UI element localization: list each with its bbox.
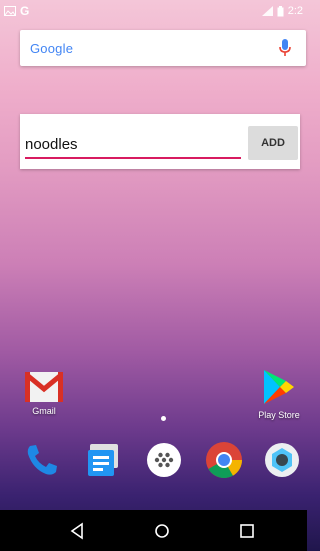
navigation-bar <box>0 510 307 551</box>
status-left: G <box>4 4 29 18</box>
google-search-bar[interactable]: Google <box>20 30 306 66</box>
gmail-label: Gmail <box>32 406 56 416</box>
chrome-icon[interactable] <box>204 440 244 480</box>
play-store-label: Play Store <box>258 410 300 420</box>
note-widget: ADD <box>20 114 300 169</box>
status-right: 2:2 <box>261 5 303 17</box>
google-notification-icon: G <box>20 4 30 18</box>
note-input[interactable] <box>25 131 241 159</box>
battery-icon <box>277 5 284 16</box>
gmail-app[interactable]: Gmail <box>14 372 74 416</box>
recents-icon[interactable] <box>236 520 258 542</box>
phone-icon[interactable] <box>22 440 62 480</box>
camera-icon[interactable] <box>262 440 302 480</box>
status-bar: G 2:2 <box>0 0 307 22</box>
signal-icon <box>261 6 273 16</box>
google-logo: Google <box>30 40 74 56</box>
gmail-icon <box>25 372 63 402</box>
dock <box>0 430 307 488</box>
page-indicator-dot <box>161 416 166 421</box>
messages-icon[interactable] <box>84 440 124 480</box>
home-icon[interactable] <box>151 520 173 542</box>
play-store-icon <box>264 370 294 404</box>
back-icon[interactable] <box>66 520 88 542</box>
play-store-app[interactable]: Play Store <box>248 368 310 420</box>
image-notification-icon <box>4 6 16 16</box>
mic-icon[interactable] <box>278 39 292 57</box>
add-button[interactable]: ADD <box>248 126 298 160</box>
app-drawer-icon[interactable] <box>144 440 184 480</box>
clock: 2:2 <box>287 5 303 17</box>
